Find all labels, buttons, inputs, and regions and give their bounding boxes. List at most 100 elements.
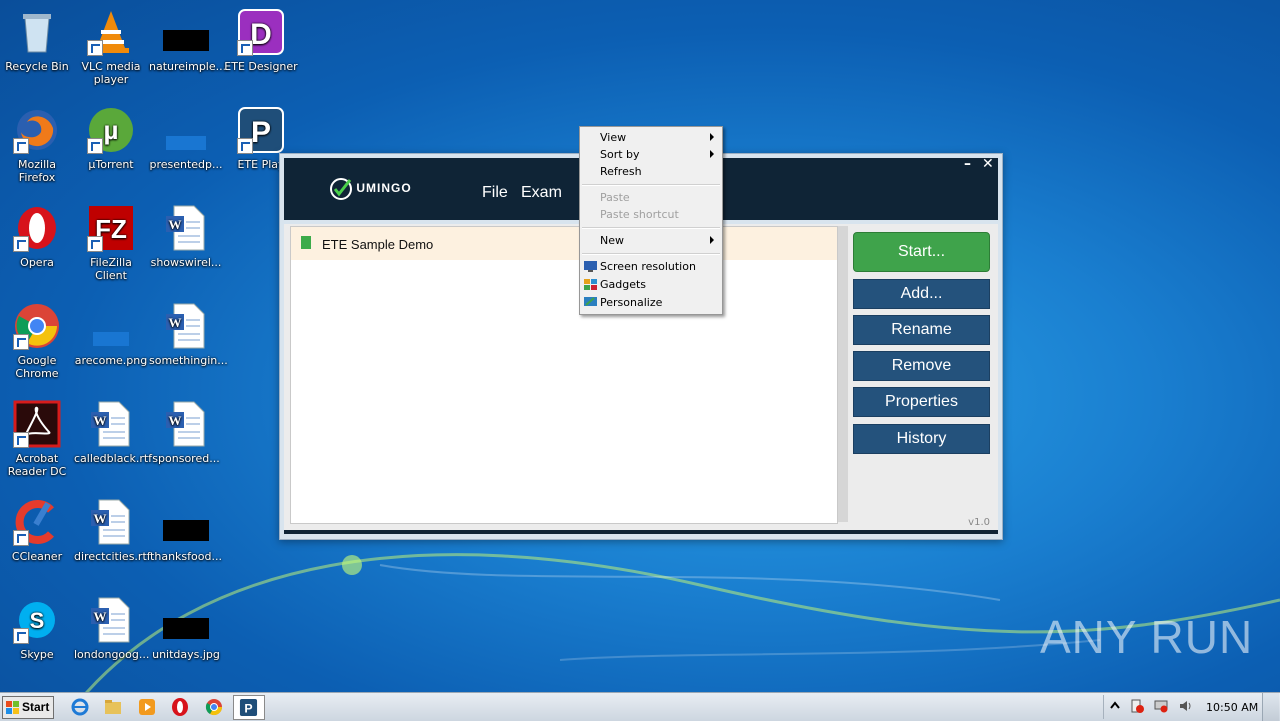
desktop-icon-acrobat[interactable]: Acrobat Reader DC [0,400,74,478]
action-center-icon[interactable] [1130,699,1144,713]
chrome-taskbar-icon[interactable] [204,697,224,717]
opera-taskbar-icon[interactable] [170,697,190,717]
desktop-icon-natureimple[interactable]: natureimple... [149,8,226,73]
desktop-icon-filezilla[interactable]: FZ FileZilla Client [74,204,148,282]
rename-button[interactable]: Rename [853,315,990,345]
context-view[interactable]: View [600,129,626,146]
desktop-icon-londongoog[interactable]: W londongoog... [74,596,150,661]
context-paste-shortcut: Paste shortcut [600,208,679,221]
taskbar-clock[interactable]: 10:50 AM [1206,701,1258,714]
word-document-icon: W [162,302,210,350]
redacted-file-icon [162,498,210,546]
show-hidden-icons-icon[interactable] [1108,699,1122,713]
properties-button[interactable]: Properties [853,387,990,417]
add-button[interactable]: Add... [853,279,990,309]
desktop-icon-vlc[interactable]: VLC media player [74,8,148,86]
desktop-icon-skype[interactable]: S Skype [0,596,74,661]
desktop-icon-label: sponsored... [152,452,220,465]
network-icon[interactable] [1154,699,1168,713]
volume-icon[interactable] [1178,699,1192,713]
desktop-icon-presentedp[interactable]: presentedp... [149,106,223,171]
gadgets-icon [584,279,597,290]
windows-flag-icon [6,701,19,714]
skype-icon: S [13,596,61,644]
personalize-icon [584,297,597,306]
context-personalize[interactable]: Personalize [600,294,662,311]
desktop-icon-label: londongoog... [74,648,150,661]
exam-file-icon [301,236,311,249]
submenu-arrow-icon [710,150,714,158]
exam-list-item[interactable]: ETE Sample Demo [291,227,837,260]
submenu-arrow-icon [710,236,714,244]
desktop-icon-opera[interactable]: Opera [0,204,74,269]
filezilla-icon: FZ [87,204,135,252]
taskbar: Start P 10:50 AM [0,692,1280,721]
svg-text:W: W [169,315,182,330]
word-document-icon: W [87,498,135,546]
desktop-icon-firefox[interactable]: Mozilla Firefox [0,106,74,184]
close-button[interactable]: ✕ [982,156,994,172]
internet-explorer-icon[interactable] [70,697,90,717]
desktop-icon-label: Google Chrome [15,354,59,380]
exam-name: ETE Sample Demo [322,237,434,252]
vlc-icon [87,8,135,56]
svg-text:D: D [250,18,272,51]
desktop-context-menu: View Sort by Refresh Paste Paste shortcu… [579,126,723,315]
context-gadgets[interactable]: Gadgets [600,276,646,293]
desktop-icon-label: ETE Designer [224,60,298,73]
redacted-file-icon [162,8,210,56]
exam-list[interactable]: ETE Sample Demo [290,226,838,524]
word-document-icon: W [87,596,135,644]
desktop-icon-ccleaner[interactable]: CCleaner [0,498,74,563]
context-refresh[interactable]: Refresh [600,163,642,180]
media-player-icon[interactable] [137,697,157,717]
desktop-icon-somethingin[interactable]: W somethingin... [149,302,228,367]
menu-divider [582,253,720,255]
svg-text:W: W [94,413,107,428]
desktop-icon-sponsored[interactable]: W sponsored... [149,400,223,465]
desktop-icon-ete-designer[interactable]: D ETE Designer [224,8,298,73]
anyrun-watermark: ANY RUN [1040,611,1254,663]
desktop-icon-label: µTorrent [88,158,134,171]
menu-divider [582,184,720,186]
desktop-icon-label: presentedp... [149,158,223,171]
desktop-icon-chrome[interactable]: Google Chrome [0,302,74,380]
history-button[interactable]: History [853,424,990,454]
list-scrollbar[interactable] [838,226,848,522]
opera-icon [13,204,61,252]
desktop-icon-showswirel[interactable]: W showswirel... [149,204,223,269]
minimize-button[interactable]: – [964,156,971,172]
desktop-icon-arecome[interactable]: arecome.png [74,302,148,367]
tray-divider [1103,695,1104,719]
desktop-icon-label: thanksfood... [150,550,222,563]
desktop-icon-unitdays[interactable]: unitdays.jpg [149,596,223,661]
redacted-file-icon [162,596,210,644]
menu-exam[interactable]: Exam [521,184,562,202]
start-button-taskbar[interactable]: Start [2,696,54,719]
word-document-icon: W [162,204,210,252]
desktop-icon-label: Opera [20,256,54,269]
remove-button[interactable]: Remove [853,351,990,381]
svg-text:P: P [251,116,271,149]
svg-text:W: W [94,511,107,526]
desktop-icon-thanksfood[interactable]: thanksfood... [149,498,223,563]
start-button[interactable]: Start... [853,232,990,272]
utorrent-icon: µ [87,106,135,154]
firefox-icon [13,106,61,154]
ete-play-taskbar-button[interactable]: P [233,695,265,720]
desktop-icon-label: VLC media player [81,60,141,86]
desktop-icon-utorrent[interactable]: µ µTorrent [74,106,148,171]
desktop-icon-calledblack[interactable]: W calledblack.rtf [74,400,152,465]
file-explorer-icon[interactable] [103,697,123,717]
app-bottom-bar [284,530,998,534]
desktop-icon-directcities[interactable]: W directcities.rtf [74,498,151,563]
svg-text:µ: µ [104,115,119,145]
context-screen-resolution[interactable]: Screen resolution [600,258,696,275]
context-sort-by[interactable]: Sort by [600,146,640,163]
menu-file[interactable]: File [482,184,508,202]
desktop-icon-label: unitdays.jpg [152,648,220,661]
start-label: Start [22,700,50,714]
desktop-icon-recycle-bin[interactable]: Recycle Bin [0,8,74,73]
show-desktop-button[interactable] [1262,693,1279,721]
context-new[interactable]: New [600,232,624,249]
